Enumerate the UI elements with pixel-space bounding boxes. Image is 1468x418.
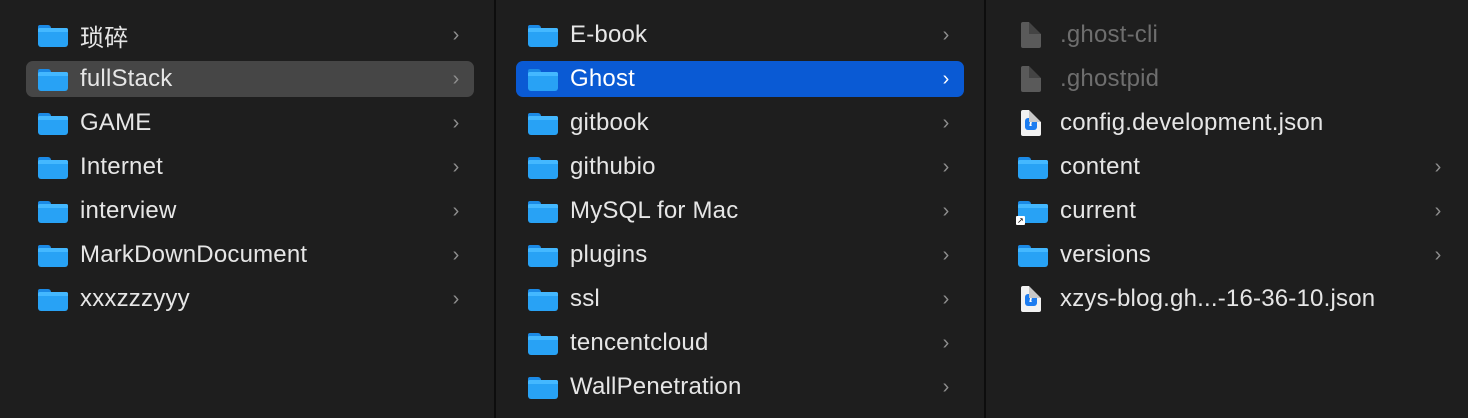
item-label: xxxzzzyyy [80, 285, 190, 312]
list-item-folder[interactable]: MarkDownDocument › [26, 237, 474, 273]
folder-icon [528, 155, 558, 179]
item-label: content [1060, 153, 1141, 180]
item-label: versions [1060, 241, 1151, 268]
item-label: xzys-blog.gh...-16-36-10.json [1060, 285, 1376, 312]
item-label: config.development.json [1060, 109, 1324, 136]
item-label: WallPenetration [570, 373, 742, 400]
item-label: E-book [570, 21, 648, 48]
chevron-right-icon: › [452, 23, 460, 46]
folder-icon [38, 243, 68, 267]
item-label: ssl [570, 285, 600, 312]
folder-icon [38, 155, 68, 179]
list-item-folder[interactable]: E-book › [516, 17, 964, 53]
folder-icon [528, 331, 558, 355]
chevron-right-icon: › [942, 287, 950, 310]
folder-icon [1018, 155, 1048, 179]
folder-icon [528, 67, 558, 91]
finder-column-browser: 琐碎 › fullStack › GAME › Internet › inter… [0, 0, 1468, 418]
folder-icon [38, 199, 68, 223]
list-item-folder[interactable]: Internet › [26, 149, 474, 185]
json-file-icon: i [1018, 110, 1048, 136]
column-3[interactable]: .ghost-cli .ghostpid i config.developmen… [986, 0, 1468, 418]
json-file-icon: i [1018, 286, 1048, 312]
folder-icon [38, 23, 68, 47]
list-item-file[interactable]: .ghost-cli [1006, 17, 1456, 53]
folder-icon [1018, 243, 1048, 267]
item-label: interview [80, 197, 177, 224]
list-item-folder[interactable]: xxxzzzyyy › [26, 281, 474, 317]
list-item-file[interactable]: i xzys-blog.gh...-16-36-10.json [1006, 281, 1456, 317]
list-item-file[interactable]: i config.development.json [1006, 105, 1456, 141]
folder-icon [528, 243, 558, 267]
chevron-right-icon: › [452, 155, 460, 178]
chevron-right-icon: › [942, 331, 950, 354]
hidden-file-icon [1018, 22, 1048, 48]
list-item-folder[interactable]: GAME › [26, 105, 474, 141]
chevron-right-icon: › [942, 243, 950, 266]
chevron-right-icon: › [452, 243, 460, 266]
item-label: MySQL for Mac [570, 197, 739, 224]
column-2[interactable]: E-book › Ghost › gitbook › githubio › My… [496, 0, 984, 418]
list-item-folder[interactable]: gitbook › [516, 105, 964, 141]
item-label: current [1060, 197, 1137, 224]
chevron-right-icon: › [942, 111, 950, 134]
chevron-right-icon: › [942, 67, 950, 90]
folder-icon [528, 23, 558, 47]
item-label: tencentcloud [570, 329, 709, 356]
item-label: .ghost-cli [1060, 21, 1159, 48]
chevron-right-icon: › [452, 199, 460, 222]
item-label: fullStack [80, 65, 173, 92]
item-label: Internet [80, 153, 163, 180]
chevron-right-icon: › [1434, 155, 1442, 178]
list-item-folder[interactable]: interview › [26, 193, 474, 229]
list-item-folder[interactable]: content › [1006, 149, 1456, 185]
list-item-folder[interactable]: WallPenetration › [516, 369, 964, 405]
item-label: 琐碎 [80, 24, 129, 52]
item-label: plugins [570, 241, 648, 268]
chevron-right-icon: › [942, 199, 950, 222]
item-label: Ghost [570, 65, 636, 92]
list-item-folder-alias[interactable]: ↗ current › [1006, 193, 1456, 229]
list-item-folder[interactable]: ssl › [516, 281, 964, 317]
list-item-folder[interactable]: tencentcloud › [516, 325, 964, 361]
list-item-folder[interactable]: MySQL for Mac › [516, 193, 964, 229]
item-label: gitbook [570, 109, 649, 136]
item-label: GAME [80, 109, 152, 136]
list-item-folder[interactable]: githubio › [516, 149, 964, 185]
item-label: githubio [570, 153, 656, 180]
folder-icon [528, 375, 558, 399]
chevron-right-icon: › [452, 111, 460, 134]
list-item-folder-selected[interactable]: Ghost › [516, 61, 964, 97]
list-item-folder-selected[interactable]: fullStack › [26, 61, 474, 97]
folder-icon [528, 199, 558, 223]
chevron-right-icon: › [942, 23, 950, 46]
chevron-right-icon: › [942, 155, 950, 178]
chevron-right-icon: › [452, 287, 460, 310]
folder-icon [528, 111, 558, 135]
folder-icon [38, 111, 68, 135]
item-label: MarkDownDocument [80, 241, 308, 268]
list-item-file[interactable]: .ghostpid [1006, 61, 1456, 97]
chevron-right-icon: › [942, 375, 950, 398]
chevron-right-icon: › [452, 67, 460, 90]
list-item-folder[interactable]: plugins › [516, 237, 964, 273]
chevron-right-icon: › [1434, 243, 1442, 266]
hidden-file-icon [1018, 66, 1048, 92]
chevron-right-icon: › [1434, 199, 1442, 222]
folder-icon [38, 287, 68, 311]
list-item-folder[interactable]: 琐碎 › [26, 17, 474, 53]
list-item-folder[interactable]: versions › [1006, 237, 1456, 273]
column-1[interactable]: 琐碎 › fullStack › GAME › Internet › inter… [6, 0, 494, 418]
folder-icon [38, 67, 68, 91]
folder-alias-icon: ↗ [1016, 199, 1048, 225]
item-label: .ghostpid [1060, 65, 1160, 92]
folder-icon [528, 287, 558, 311]
